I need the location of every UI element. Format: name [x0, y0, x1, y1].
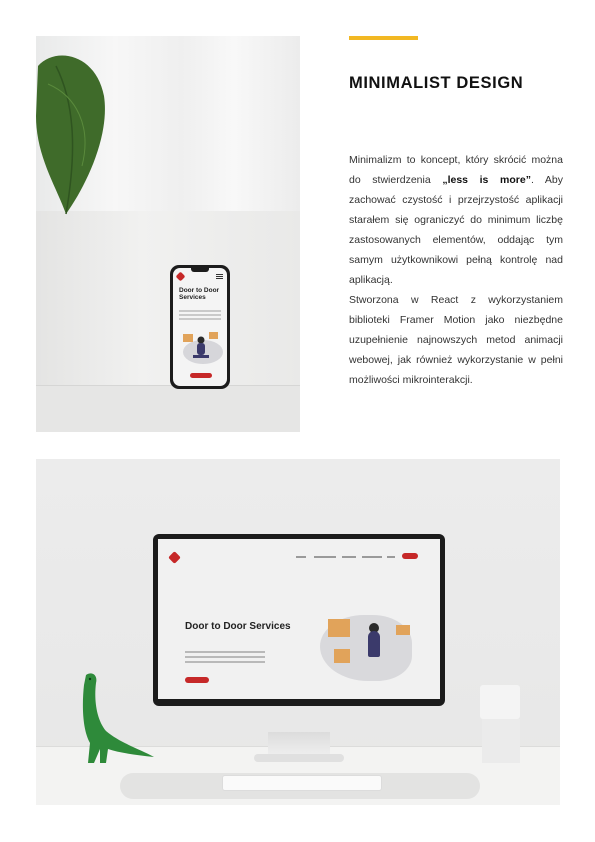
monitor-screen: Door to Door Services	[158, 539, 440, 699]
brand-logo-icon	[168, 551, 181, 564]
monitor-stand	[268, 732, 330, 756]
nav-link	[387, 556, 395, 558]
monitor-foot	[254, 754, 344, 762]
white-box-bottom	[482, 719, 520, 763]
desktop-hero-title: Door to Door Services	[185, 621, 291, 632]
ledge	[36, 386, 300, 432]
description-text-cont: . Aby zachować czystość i przejrzystość …	[349, 174, 564, 286]
nav-link	[362, 556, 382, 558]
description-quote: „less is more”	[442, 174, 531, 186]
phone-hero-title: Door to Door Services	[179, 287, 220, 302]
parcel-icon	[396, 625, 410, 635]
monstera-leaf-icon	[36, 55, 105, 215]
delivery-illustration-icon	[183, 332, 223, 364]
desktop-hero-text	[185, 651, 265, 653]
phone-mockup-photo: Door to Door Services	[36, 36, 300, 432]
parcel-icon	[328, 619, 350, 637]
hamburger-menu-icon	[216, 274, 223, 275]
monitor: Door to Door Services	[153, 534, 445, 706]
phone-screen: Door to Door Services	[173, 268, 227, 386]
brand-logo-icon	[175, 271, 186, 282]
person-illustration-icon	[368, 631, 380, 657]
desktop-mockup-photo: Door to Door Services	[36, 459, 560, 805]
nav-cta-button	[402, 553, 418, 559]
white-box-top	[480, 685, 520, 719]
desktop-cta-button	[185, 677, 209, 683]
phone-hero-text	[179, 310, 221, 312]
phone-cta-button	[190, 373, 212, 378]
phone-notch	[191, 268, 209, 272]
project-description: Minimalizm to koncept, który skrócić moż…	[349, 150, 563, 390]
nav-link	[314, 556, 336, 558]
monitor-chin	[153, 706, 445, 732]
nav-link	[296, 556, 306, 558]
accent-bar	[349, 36, 418, 40]
toy-dinosaur-icon	[82, 673, 154, 763]
wall-background-lower	[36, 211, 300, 386]
parcel-icon	[334, 649, 350, 663]
section-title: MINIMALIST DESIGN	[349, 74, 524, 92]
description-tech: Stworzona w React z wykorzystaniem bibli…	[349, 294, 563, 386]
keyboard	[222, 775, 382, 791]
nav-link	[342, 556, 356, 558]
smartphone: Door to Door Services	[170, 265, 230, 389]
